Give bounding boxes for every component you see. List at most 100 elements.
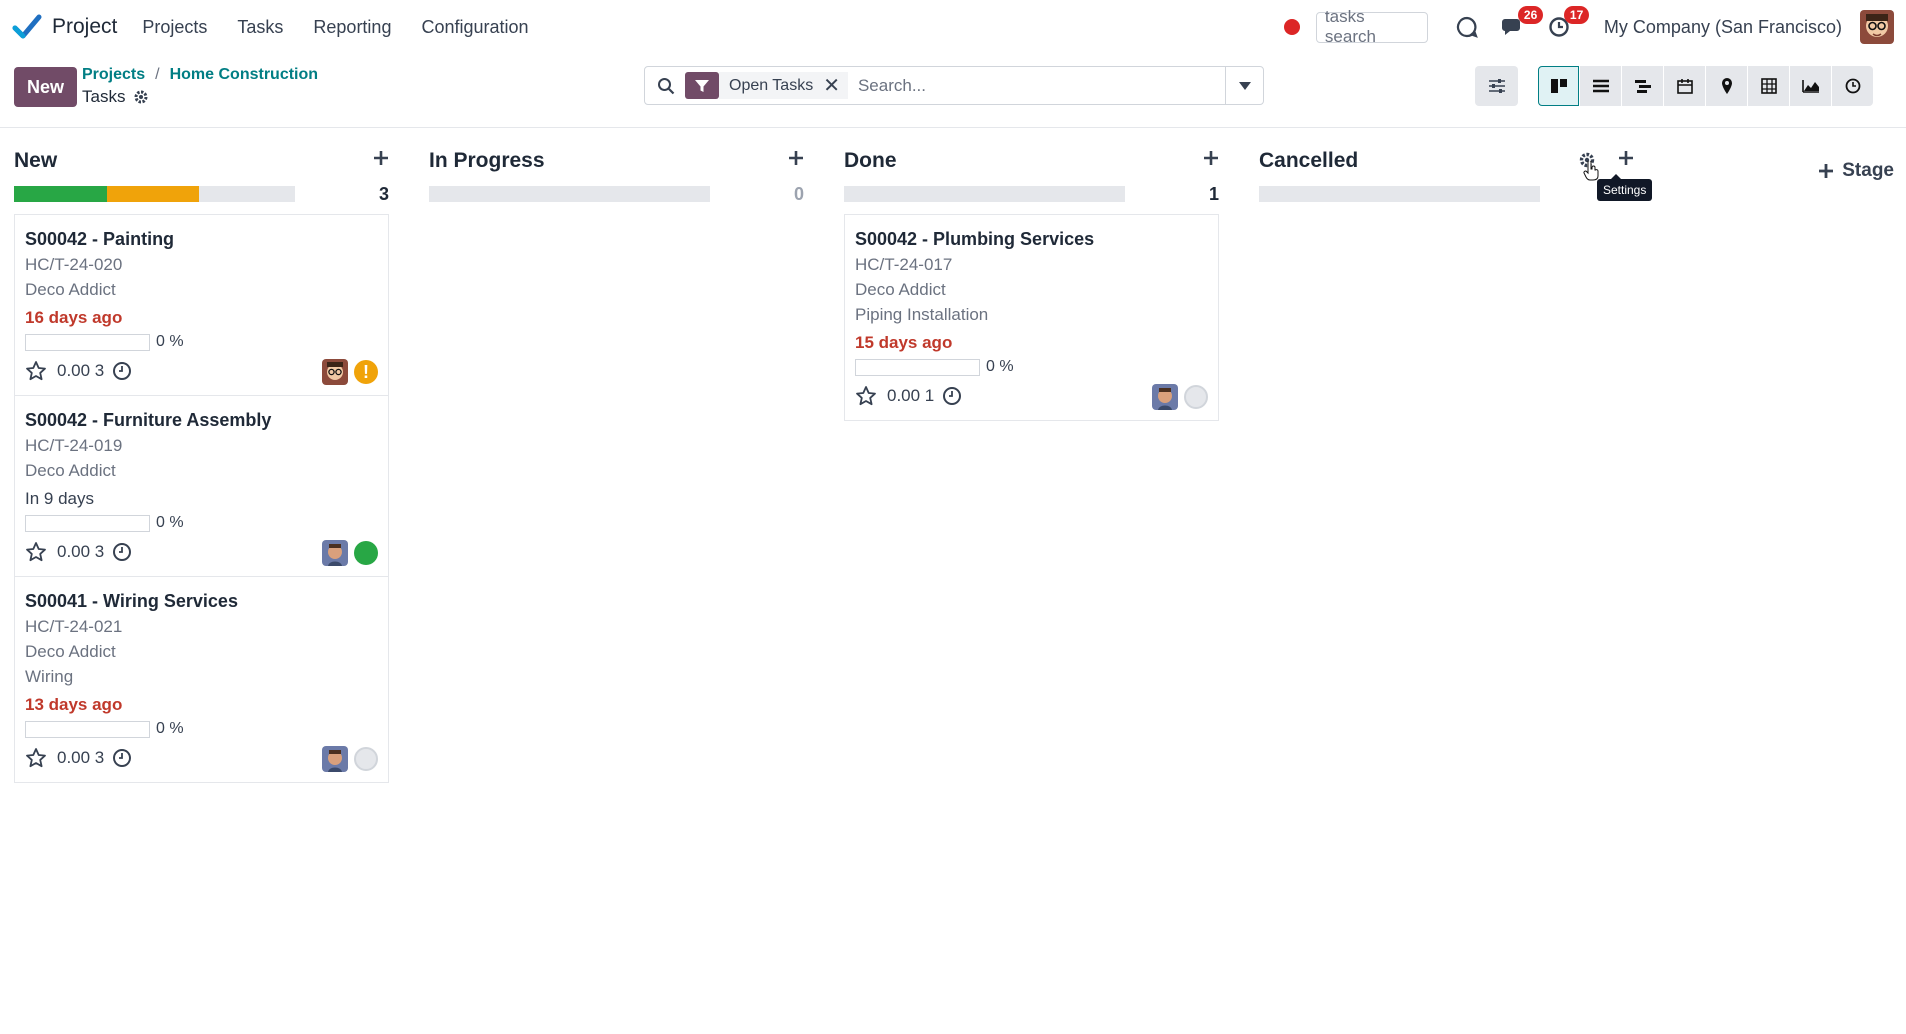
star-icon[interactable] <box>25 360 47 382</box>
search-options-toggle[interactable] <box>1225 67 1263 104</box>
sliders-icon <box>1488 79 1505 93</box>
task-deadline: 15 days ago <box>855 333 953 352</box>
plus-icon[interactable] <box>1618 150 1634 166</box>
view-list[interactable] <box>1580 66 1621 106</box>
column-progress <box>1259 186 1634 202</box>
activity-button[interactable]: 17 <box>1546 6 1590 40</box>
task-progress-bar <box>855 358 980 376</box>
recording-dot-icon[interactable] <box>1283 19 1300 35</box>
search-icon[interactable] <box>657 77 675 95</box>
column-cards: S00042 - Painting HC/T-24-020 Deco Addic… <box>14 214 389 783</box>
company-switcher[interactable]: My Company (San Francisco) <box>1604 17 1842 38</box>
control-panel-divider <box>0 127 1906 128</box>
user-avatar[interactable] <box>1860 10 1894 44</box>
column-progress-bar[interactable] <box>1259 186 1540 202</box>
clock-icon[interactable] <box>112 542 132 562</box>
column-progress-bar[interactable] <box>844 186 1125 202</box>
brand[interactable]: Project <box>12 12 117 42</box>
progress-segment-green[interactable] <box>14 186 107 202</box>
task-reference: HC/T-24-021 <box>25 617 123 636</box>
task-card[interactable]: S00042 - Painting HC/T-24-020 Deco Addic… <box>15 215 388 396</box>
view-kanban[interactable] <box>1538 66 1579 106</box>
task-reference: HC/T-24-019 <box>25 436 123 455</box>
column-progress: 1 <box>844 184 1219 204</box>
quick-search-input[interactable]: tasks search <box>1315 7 1428 46</box>
task-card[interactable]: S00042 - Furniture Assembly HC/T-24-019 … <box>15 396 388 577</box>
menu-tasks[interactable]: Tasks <box>237 17 283 38</box>
gear-icon[interactable] <box>133 89 149 105</box>
star-icon[interactable] <box>855 385 877 407</box>
add-stage-label: Stage <box>1842 160 1894 181</box>
clock-icon[interactable] <box>112 361 132 381</box>
activity-badge: 17 <box>1563 6 1590 24</box>
menu-configuration[interactable]: Configuration <box>421 17 528 38</box>
task-hours: 0.00 1 <box>887 386 935 405</box>
list-icon <box>1592 79 1609 93</box>
breadcrumb-home-construction[interactable]: Home Construction <box>170 66 318 84</box>
menu-projects[interactable]: Projects <box>142 17 207 38</box>
view-gantt[interactable] <box>1622 66 1663 106</box>
discuss-button[interactable]: 26 <box>1500 6 1544 40</box>
hand-cursor-icon <box>1583 161 1599 181</box>
task-state-normal-icon[interactable] <box>1184 385 1208 409</box>
column-header[interactable]: Done <box>844 146 1219 176</box>
page-title: Tasks <box>82 87 149 107</box>
task-state-warning-icon[interactable]: ! <box>354 360 378 384</box>
column-title: New <box>14 149 58 172</box>
task-state-normal-icon[interactable] <box>354 747 378 771</box>
plus-icon[interactable] <box>373 150 389 166</box>
view-options-button[interactable] <box>1475 66 1518 106</box>
plus-icon[interactable] <box>788 150 804 166</box>
assignee-avatar[interactable] <box>322 746 348 772</box>
facet-remove-icon[interactable]: ✕ <box>823 72 848 99</box>
menu-reporting[interactable]: Reporting <box>313 17 391 38</box>
task-card[interactable]: S00041 - Wiring Services HC/T-24-021 Dec… <box>15 577 388 782</box>
view-activity[interactable] <box>1832 66 1873 106</box>
assignee-avatar[interactable] <box>322 359 348 385</box>
main-menu: Projects Tasks Reporting Configuration <box>142 17 558 38</box>
user-avatar-image <box>1860 10 1894 44</box>
task-progress-bar <box>25 720 150 738</box>
assignee-avatar[interactable] <box>1152 384 1178 410</box>
search-input[interactable] <box>855 74 1221 97</box>
task-tag: Wiring <box>25 667 74 686</box>
breadcrumb-projects[interactable]: Projects <box>82 66 145 84</box>
new-button[interactable]: New <box>14 67 77 107</box>
task-assignees: ! <box>322 359 378 385</box>
search-facet: Open Tasks ✕ <box>685 72 848 99</box>
column-progress-bar[interactable] <box>429 186 710 202</box>
column-header[interactable]: In Progress <box>429 146 804 176</box>
task-deadline: 13 days ago <box>25 695 123 714</box>
column-progress-bar[interactable] <box>14 186 295 202</box>
task-progress: 0 % <box>855 358 1208 376</box>
progress-segment-orange[interactable] <box>106 186 200 202</box>
plus-icon[interactable] <box>1203 150 1219 166</box>
view-switcher <box>1538 66 1874 106</box>
navbar-systray: tasks search 26 17 My Company (San Franc… <box>1283 0 1906 54</box>
star-icon[interactable] <box>25 747 47 769</box>
discuss-badge: 26 <box>1517 6 1544 24</box>
clock-icon[interactable] <box>942 386 962 406</box>
project-app-icon <box>12 14 42 39</box>
view-graph[interactable] <box>1790 66 1831 106</box>
view-map[interactable] <box>1706 66 1747 106</box>
column-count: 0 <box>793 184 804 204</box>
phone-bubble-icon <box>1456 16 1478 38</box>
add-stage-button[interactable]: Stage <box>1674 150 1906 192</box>
view-calendar[interactable] <box>1664 66 1705 106</box>
settings-tooltip: Settings <box>1597 174 1653 201</box>
voip-button[interactable] <box>1454 14 1480 40</box>
task-progress-value: 0 % <box>156 514 184 531</box>
task-tag: Piping Installation <box>855 305 989 324</box>
view-pivot[interactable] <box>1748 66 1789 106</box>
column-header[interactable]: New <box>14 146 389 176</box>
assignee-avatar[interactable] <box>322 540 348 566</box>
task-customer: Deco Addict <box>25 461 116 480</box>
task-card[interactable]: S00042 - Plumbing Services HC/T-24-017 D… <box>845 215 1218 420</box>
clock-icon[interactable] <box>112 748 132 768</box>
assignee-avatar-image <box>1152 384 1178 410</box>
star-icon[interactable] <box>25 541 47 563</box>
facet-label: Open Tasks <box>719 72 824 99</box>
task-state-done-icon[interactable] <box>354 541 378 565</box>
task-title: S00041 - Wiring Services <box>25 591 238 611</box>
